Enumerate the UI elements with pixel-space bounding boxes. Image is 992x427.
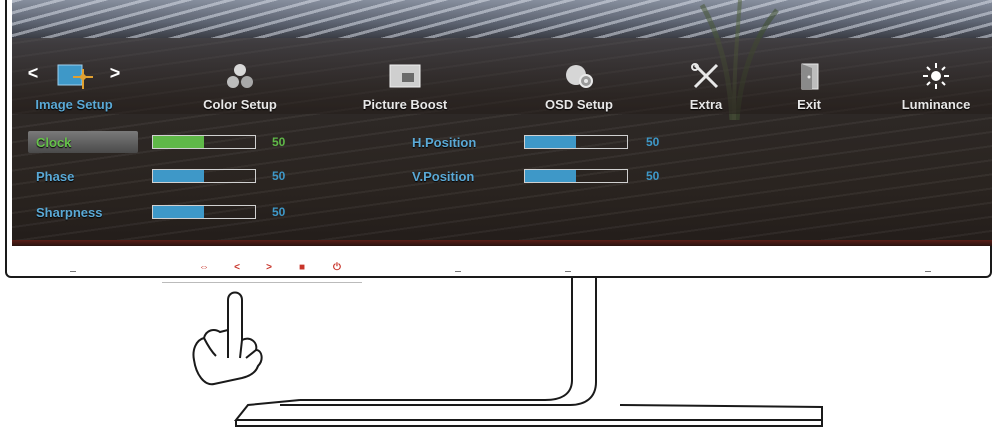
menu-label: Exit xyxy=(797,97,821,112)
phase-slider[interactable] xyxy=(152,169,256,183)
pointing-hand-icon xyxy=(192,291,263,386)
menu-label: OSD Setup xyxy=(545,97,613,112)
bezel-tick xyxy=(565,271,571,272)
h-position-slider[interactable] xyxy=(524,135,628,149)
menu-item-exit[interactable]: Exit xyxy=(744,50,874,112)
exit-door-icon xyxy=(790,61,828,91)
v-position-slider-fill xyxy=(525,170,576,182)
setting-value: 50 xyxy=(272,205,286,219)
phase-slider-fill xyxy=(153,170,204,182)
left-button[interactable]: < xyxy=(230,262,244,274)
menu-item-luminance[interactable]: Luminance xyxy=(871,50,992,112)
menu-item-picture-boost[interactable]: Picture Boost xyxy=(340,50,470,112)
color-setup-icon xyxy=(221,61,259,91)
screen-bottom-edge xyxy=(12,240,992,246)
v-position-slider[interactable] xyxy=(524,169,628,183)
osd-setup-icon xyxy=(560,61,598,91)
button-strip-line xyxy=(162,282,362,283)
menu-label: Picture Boost xyxy=(362,97,448,112)
picture-boost-icon xyxy=(386,61,424,91)
image-setup-panel: Clock 50 Phase 50 Sharpness 50 H.Positio… xyxy=(12,118,992,246)
wallpaper-top xyxy=(12,0,992,38)
setting-value: 50 xyxy=(646,135,660,149)
bezel-tick xyxy=(925,271,931,272)
setting-value: 50 xyxy=(272,169,286,183)
setting-label: Phase xyxy=(36,168,75,184)
sharpness-slider[interactable] xyxy=(152,205,256,219)
menu-item-osd-setup[interactable]: OSD Setup xyxy=(514,50,644,112)
menu-label: Color Setup xyxy=(203,97,277,112)
menu-button[interactable]: ■ xyxy=(295,262,309,274)
clock-slider-fill xyxy=(153,136,204,148)
bezel-tick xyxy=(455,271,461,272)
menu-item-color-setup[interactable]: Color Setup xyxy=(175,50,305,112)
menu-label: Luminance xyxy=(901,97,971,112)
setting-value: 50 xyxy=(272,135,286,149)
setting-row-h-position[interactable]: H.Position 50 xyxy=(412,133,692,151)
setting-label: Sharpness xyxy=(36,204,103,220)
setting-row-v-position[interactable]: V.Position 50 xyxy=(412,167,692,185)
image-setup-icon xyxy=(55,61,93,91)
tools-icon xyxy=(687,61,725,91)
clock-slider[interactable] xyxy=(152,135,256,149)
menu-item-image-setup[interactable]: Image Setup xyxy=(12,50,139,112)
setting-label: H.Position xyxy=(412,134,477,150)
setting-row-clock[interactable]: Clock 50 xyxy=(28,131,316,153)
bezel-tick xyxy=(70,271,76,272)
power-button[interactable]: ⏻ xyxy=(330,262,344,274)
menu-label: Image Setup xyxy=(35,97,113,112)
setting-row-phase[interactable]: Phase 50 xyxy=(36,167,316,185)
monitor-screen: < > Image Setup Color Setup Picture Boos… xyxy=(12,0,992,246)
monitor-stand xyxy=(233,278,823,427)
brightness-icon xyxy=(917,61,955,91)
sharpness-slider-fill xyxy=(153,206,204,218)
setting-label: Clock xyxy=(36,134,72,150)
setting-row-sharpness[interactable]: Sharpness 50 xyxy=(36,203,316,221)
menu-label: Extra xyxy=(689,97,723,112)
right-button[interactable]: > xyxy=(262,262,276,274)
setting-label: V.Position xyxy=(412,168,475,184)
h-position-slider-fill xyxy=(525,136,576,148)
setting-value: 50 xyxy=(646,169,660,183)
source-button[interactable]: ⇔ xyxy=(197,262,211,274)
